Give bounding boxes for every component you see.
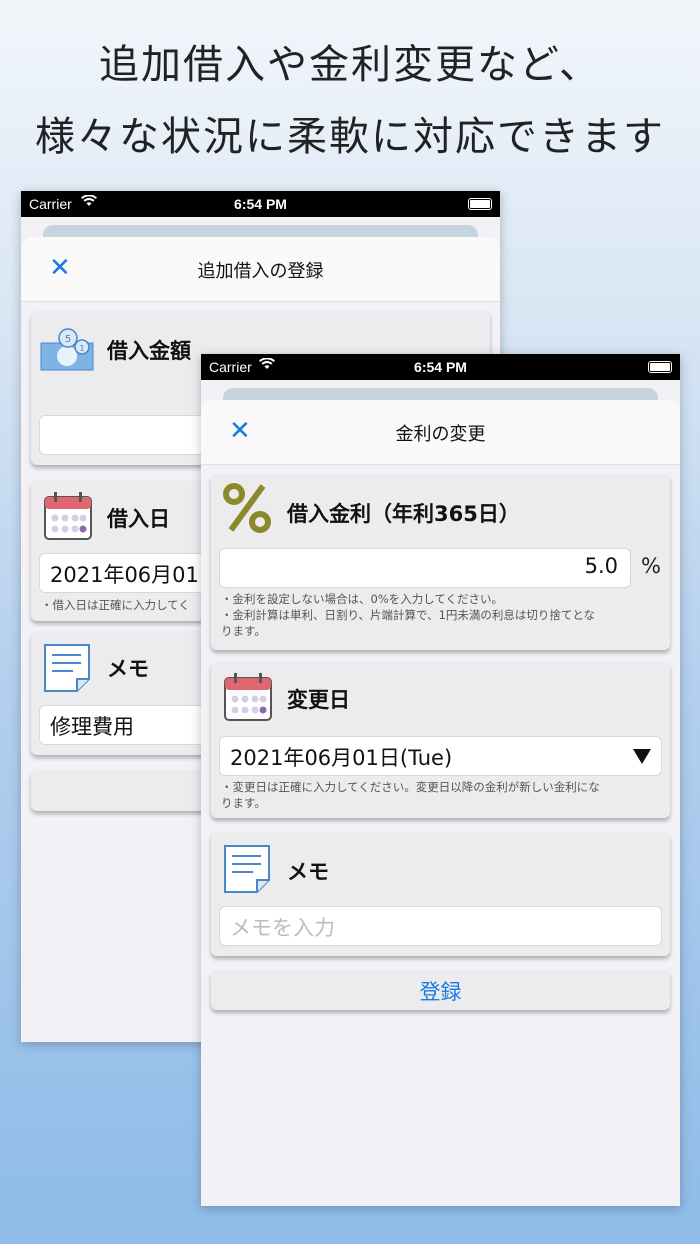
clock: 6:54 PM bbox=[414, 359, 467, 375]
rate-note-3: ります。 bbox=[221, 624, 266, 638]
register-button[interactable]: 登録 bbox=[211, 970, 670, 1010]
calendar-icon bbox=[223, 672, 273, 726]
change-date-value: 2021年06月01日(Tue) bbox=[230, 746, 453, 770]
chevron-down-icon bbox=[633, 749, 651, 764]
memo-icon bbox=[223, 844, 271, 898]
memo-section-title: メモ bbox=[107, 657, 149, 681]
battery-icon bbox=[648, 361, 672, 373]
change-date-note-1: ・変更日は正確に入力してください。変更日以降の金利が新しい金利にな bbox=[221, 780, 600, 794]
rate-input[interactable]: 5.0 bbox=[219, 548, 631, 588]
modal-sheet: ✕ 金利の変更 借入金利（年利365日） 5.0 % ・金利を設定しない場合は、… bbox=[201, 400, 680, 1206]
nav-title: 追加借入の登録 bbox=[197, 261, 324, 282]
rate-note-2: ・金利計算は単利、日割り、片端計算で、1円未満の利息は切り捨てとな bbox=[221, 608, 596, 622]
status-bar: Carrier 6:54 PM bbox=[201, 354, 680, 380]
change-date-picker[interactable]: 2021年06月01日(Tue) bbox=[219, 736, 662, 776]
date-section-title: 借入日 bbox=[107, 507, 170, 531]
headline-line-2: 様々な状況に柔軟に対応できます bbox=[35, 114, 665, 160]
change-date-section-title: 変更日 bbox=[287, 688, 350, 712]
memo-icon bbox=[43, 643, 91, 697]
money-icon: 5 1 bbox=[40, 325, 94, 375]
front-phone-screen: Carrier 6:54 PM ✕ 金利の変更 借入金利（年利365日） 5.0 bbox=[201, 354, 680, 1206]
rate-value: 5.0 bbox=[584, 554, 618, 578]
rate-note-1: ・金利を設定しない場合は、0%を入力してください。 bbox=[221, 592, 504, 606]
svg-text:1: 1 bbox=[79, 344, 84, 353]
svg-text:5: 5 bbox=[65, 334, 71, 345]
register-button-label: 登録 bbox=[419, 980, 462, 1004]
date-value: 2021年06月01 bbox=[50, 563, 199, 587]
memo-placeholder: メモを入力 bbox=[230, 916, 335, 940]
date-note: ・借入日は正確に入力してく bbox=[41, 598, 190, 612]
battery-icon bbox=[468, 198, 492, 210]
nav-bar: ✕ 追加借入の登録 bbox=[21, 237, 500, 302]
rate-section-title: 借入金利（年利365日） bbox=[287, 502, 520, 526]
amount-section-title: 借入金額 bbox=[107, 339, 191, 363]
rate-unit: % bbox=[641, 554, 661, 578]
percent-icon bbox=[221, 482, 273, 538]
calendar-icon bbox=[43, 491, 93, 545]
status-bar: Carrier 6:54 PM bbox=[21, 191, 500, 217]
memo-section: メモ メモを入力 bbox=[211, 832, 670, 956]
memo-value: 修理費用 bbox=[50, 715, 134, 739]
nav-title: 金利の変更 bbox=[395, 424, 486, 445]
rate-section: 借入金利（年利365日） 5.0 % ・金利を設定しない場合は、0%を入力してく… bbox=[211, 474, 670, 650]
memo-input[interactable]: メモを入力 bbox=[219, 906, 662, 946]
change-date-note-2: ります。 bbox=[221, 796, 266, 810]
change-date-section: 変更日 2021年06月01日(Tue) ・変更日は正確に入力してください。変更… bbox=[211, 662, 670, 818]
clock: 6:54 PM bbox=[234, 196, 287, 212]
memo-section-title: メモ bbox=[287, 860, 329, 884]
headline-line-1: 追加借入や金利変更など、 bbox=[99, 42, 601, 88]
nav-bar: ✕ 金利の変更 bbox=[201, 400, 680, 465]
